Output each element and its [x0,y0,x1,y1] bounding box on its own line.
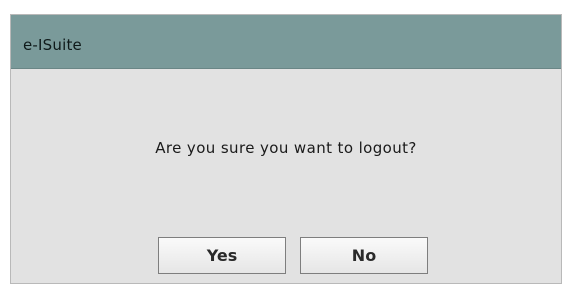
yes-button[interactable]: Yes [158,237,286,274]
dialog-message: Are you sure you want to logout? [155,139,417,157]
dialog-titlebar: e-ISuite [11,15,561,69]
dialog-title: e-ISuite [23,36,82,54]
no-button[interactable]: No [300,237,428,274]
logout-dialog: e-ISuite Are you sure you want to logout… [10,14,562,284]
